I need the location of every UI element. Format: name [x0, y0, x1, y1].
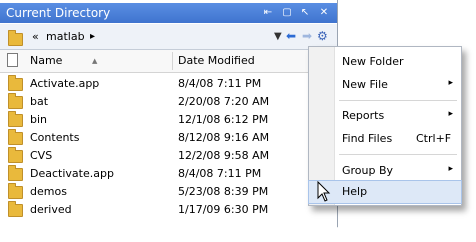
dropdown-arrow-icon[interactable]: ▼ [274, 30, 282, 44]
folder-icon [8, 30, 23, 46]
menu-item-label: Group By [342, 164, 394, 177]
address-prefix[interactable]: « [32, 30, 39, 43]
file-name: Contents [30, 131, 80, 144]
column-divider[interactable] [172, 52, 173, 70]
close-icon[interactable]: ✕ [317, 6, 331, 20]
minimize-icon[interactable]: ▢ [280, 6, 294, 20]
menu-item-label: New Folder [342, 55, 404, 68]
shortcut-label: Ctrl+F [416, 132, 452, 145]
menu-item-group-by[interactable]: Group By ▸ [309, 160, 461, 182]
folder-icon [8, 201, 23, 217]
table-row[interactable]: Contents 8/12/08 9:16 AM [0, 129, 337, 147]
address-path[interactable]: matlab [46, 30, 85, 43]
menu-item-find-files[interactable]: Find Files Ctrl+F [309, 128, 461, 150]
file-date: 8/12/08 9:16 AM [178, 131, 270, 144]
file-date: 2/20/08 7:20 AM [178, 95, 270, 108]
submenu-arrow-icon: ▸ [448, 78, 453, 88]
file-date: 12/1/08 6:12 PM [178, 113, 269, 126]
table-row[interactable]: bin 12/1/08 6:12 PM [0, 111, 337, 129]
table-row[interactable]: demos 5/23/08 8:39 PM [0, 183, 337, 201]
address-bar[interactable]: « matlab ▸ ▼ ⬅ ➡ ⚙ [0, 24, 337, 50]
file-name: CVS [30, 149, 53, 162]
file-name: demos [30, 185, 67, 198]
menu-item-help[interactable]: Help [308, 180, 462, 204]
file-name: Deactivate.app [30, 167, 114, 180]
menu-item-new-folder[interactable]: New Folder [309, 51, 461, 73]
file-name: derived [30, 203, 72, 216]
back-arrow-icon[interactable]: ⬅ [286, 29, 296, 43]
folder-icon [8, 129, 23, 145]
panel-title: Current Directory [6, 6, 111, 20]
table-row[interactable]: Deactivate.app 8/4/08 7:11 PM [0, 165, 337, 183]
date-column-header[interactable]: Date Modified [178, 54, 255, 67]
menu-item-label: New File [342, 78, 388, 91]
file-name: Activate.app [30, 77, 100, 90]
menu-item-label: Reports [342, 109, 385, 122]
folder-icon [8, 147, 23, 163]
folder-icon [8, 93, 23, 109]
current-directory-panel: Current Directory ⇤ ▢ ↖ ✕ « matlab ▸ ▼ ⬅… [0, 0, 338, 230]
folder-icon [8, 183, 23, 199]
table-row[interactable]: bat 2/20/08 7:20 AM [0, 93, 337, 111]
submenu-arrow-icon: ▸ [448, 164, 453, 174]
table-row[interactable]: CVS 12/2/08 9:58 AM [0, 147, 337, 165]
context-menu: New Folder New File ▸ Reports ▸ Find Fil… [308, 46, 462, 206]
submenu-arrow-icon: ▸ [448, 109, 453, 119]
menu-item-new-file[interactable]: New File ▸ [309, 74, 461, 96]
table-row[interactable]: Activate.app 8/4/08 7:11 PM [0, 75, 337, 93]
folder-icon [8, 165, 23, 181]
file-name: bat [30, 95, 49, 108]
document-icon [7, 53, 18, 67]
file-date: 8/4/08 7:11 PM [178, 167, 262, 180]
file-date: 5/23/08 8:39 PM [178, 185, 269, 198]
folder-icon [8, 75, 23, 91]
forward-arrow-icon[interactable]: ➡ [302, 29, 312, 43]
column-header: Name ▲ Date Modified [0, 50, 337, 73]
menu-separator [339, 154, 457, 155]
path-arrow-icon[interactable]: ▸ [90, 31, 95, 42]
file-date: 12/2/08 9:58 AM [178, 149, 270, 162]
file-name: bin [30, 113, 48, 126]
menu-item-label: Help [342, 185, 368, 198]
menu-item-label: Find Files [342, 132, 393, 145]
menu-separator [339, 100, 457, 101]
sort-ascending-icon: ▲ [92, 57, 98, 65]
mouse-cursor-icon [317, 181, 331, 202]
undock-icon[interactable]: ⇤ [261, 6, 275, 20]
title-bar: Current Directory ⇤ ▢ ↖ ✕ [0, 3, 337, 23]
file-date: 8/4/08 7:11 PM [178, 77, 262, 90]
table-row[interactable]: derived 1/17/09 6:30 PM [0, 201, 337, 219]
gear-icon[interactable]: ⚙ [317, 29, 328, 43]
menu-item-reports[interactable]: Reports ▸ [309, 105, 461, 127]
folder-icon [8, 111, 23, 127]
maximize-icon[interactable]: ↖ [298, 6, 312, 20]
file-date: 1/17/09 6:30 PM [178, 203, 269, 216]
name-column-header[interactable]: Name [30, 54, 62, 67]
